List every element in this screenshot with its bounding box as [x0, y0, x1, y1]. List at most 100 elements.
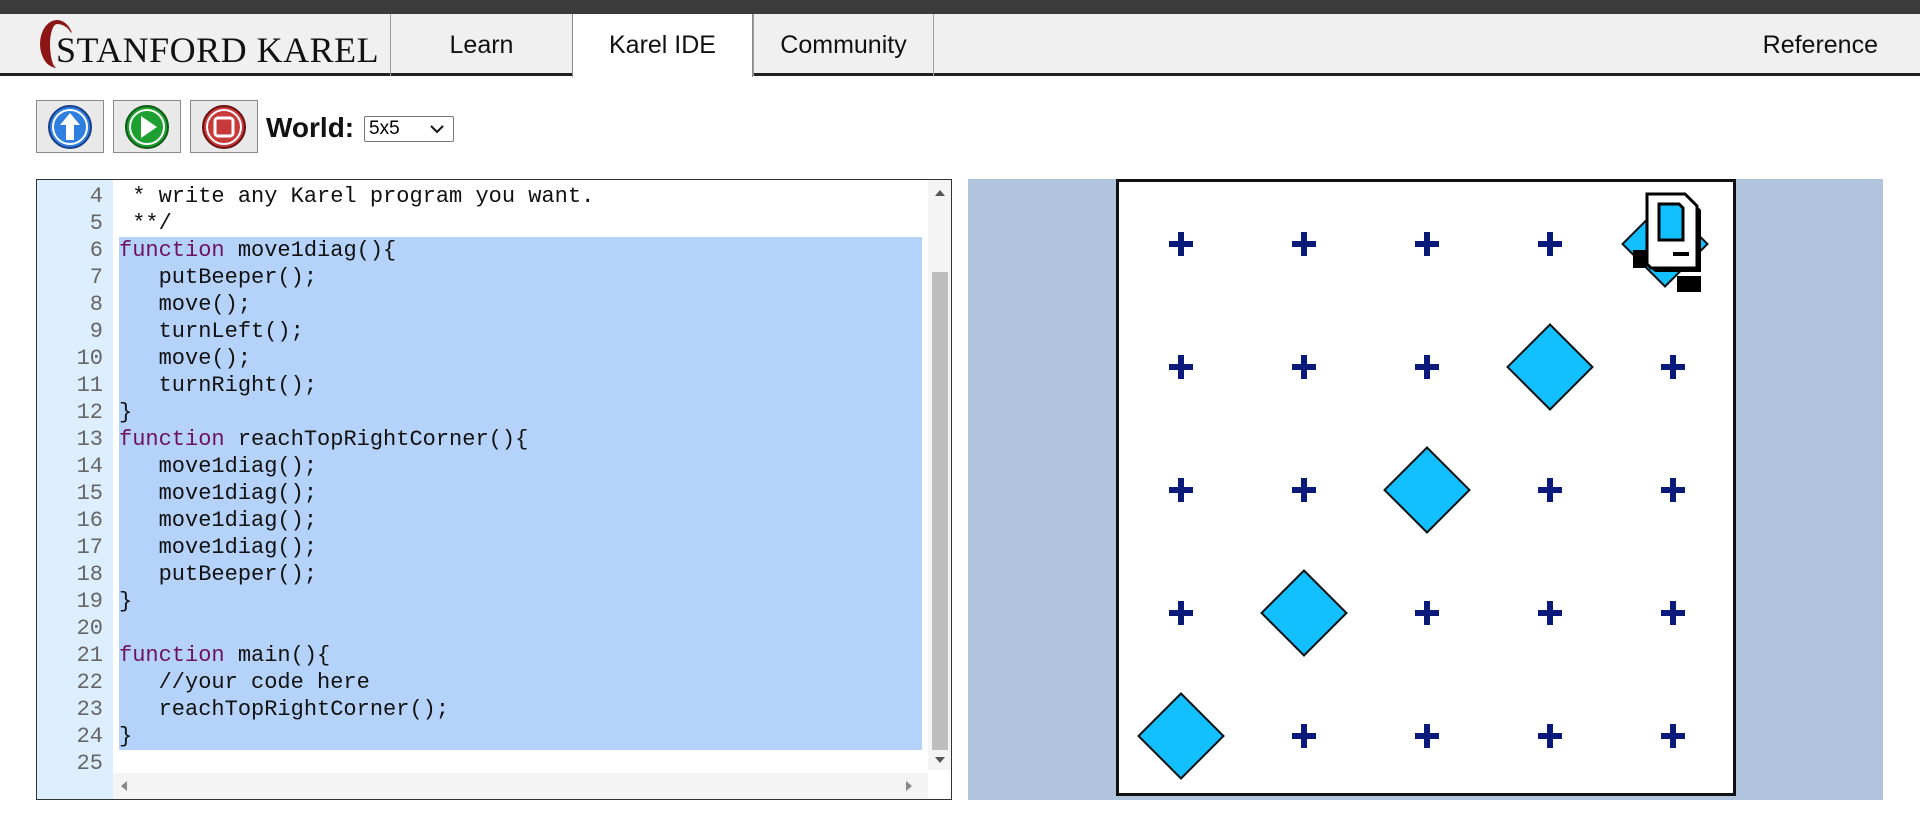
- line-number: 18: [76, 562, 103, 587]
- code-line[interactable]: 23 reachTopRightCorner();: [37, 696, 951, 723]
- tab-reference[interactable]: Reference: [1763, 14, 1878, 76]
- selection-highlight: [119, 615, 922, 642]
- line-number: 10: [76, 346, 103, 371]
- code-line[interactable]: 10 move();: [37, 345, 951, 372]
- stanford-karel-logo[interactable]: STANFORD KAREL: [34, 14, 390, 76]
- reset-button[interactable]: [36, 100, 104, 153]
- line-number: 11: [76, 373, 103, 398]
- beeper: [1137, 692, 1225, 780]
- code-line[interactable]: 15 move1diag();: [37, 480, 951, 507]
- corner-marker-icon: [1537, 723, 1563, 749]
- line-number: 6: [89, 238, 103, 263]
- code-text: function move1diag(){: [119, 238, 397, 263]
- logo-text: STANFORD KAREL: [56, 30, 380, 70]
- beeper: [1383, 446, 1471, 534]
- code-line[interactable]: 24}: [37, 723, 951, 750]
- line-number: 16: [76, 508, 103, 533]
- code-text: move();: [119, 346, 252, 371]
- code-text: **/: [119, 211, 172, 236]
- code-line[interactable]: 14 move1diag();: [37, 453, 951, 480]
- corner-marker-icon: [1537, 477, 1563, 503]
- corner-marker-icon: [1168, 354, 1194, 380]
- line-number: 21: [76, 643, 103, 668]
- selection-highlight: [119, 588, 922, 615]
- line-number: 8: [89, 292, 103, 317]
- code-text: }: [119, 589, 133, 614]
- line-number: 4: [89, 184, 103, 209]
- stop-button[interactable]: [190, 100, 258, 153]
- code-text: reachTopRightCorner();: [119, 697, 450, 722]
- code-line[interactable]: 4 * write any Karel program you want.: [37, 183, 951, 210]
- corner-marker-icon: [1660, 723, 1686, 749]
- code-line[interactable]: 20: [37, 615, 951, 642]
- line-number: 22: [76, 670, 103, 695]
- line-number: 24: [76, 724, 103, 749]
- karel-robot-icon: [1631, 190, 1717, 301]
- corner-marker-icon: [1414, 600, 1440, 626]
- code-text: * write any Karel program you want.: [119, 184, 595, 209]
- code-line[interactable]: 11 turnRight();: [37, 372, 951, 399]
- code-line[interactable]: 7 putBeeper();: [37, 264, 951, 291]
- vertical-scroll-thumb[interactable]: [932, 272, 948, 750]
- line-number: 12: [76, 400, 103, 425]
- code-line[interactable]: 5 **/: [37, 210, 951, 237]
- code-editor[interactable]: 4 * write any Karel program you want. 5 *…: [36, 179, 952, 800]
- code-text: turnRight();: [119, 373, 318, 398]
- run-button[interactable]: [113, 100, 181, 153]
- line-number: 15: [76, 481, 103, 506]
- world-select[interactable]: 5x5: [364, 116, 454, 142]
- code-text: putBeeper();: [119, 265, 318, 290]
- line-number: 25: [76, 751, 103, 776]
- corner-marker-icon: [1291, 477, 1317, 503]
- code-line[interactable]: 22 //your code here: [37, 669, 951, 696]
- tab-community[interactable]: Community: [753, 14, 934, 76]
- code-line[interactable]: 21 function main(){: [37, 642, 951, 669]
- code-line[interactable]: 19}: [37, 588, 951, 615]
- corner-marker-icon: [1537, 231, 1563, 257]
- code-text: }: [119, 400, 133, 425]
- code-text: move1diag();: [119, 454, 318, 479]
- scroll-up-icon[interactable]: [934, 188, 946, 198]
- tab-karel-ide[interactable]: Karel IDE: [572, 14, 753, 77]
- play-icon: [125, 104, 169, 149]
- beeper: [1260, 569, 1348, 657]
- vertical-scrollbar[interactable]: [928, 180, 951, 770]
- code-text: move1diag();: [119, 481, 318, 506]
- horizontal-scrollbar[interactable]: [113, 773, 928, 799]
- corner-marker-icon: [1414, 354, 1440, 380]
- code-line[interactable]: 12}: [37, 399, 951, 426]
- corner-marker-icon: [1660, 354, 1686, 380]
- scroll-left-icon[interactable]: [119, 780, 129, 792]
- chevron-down-icon: [430, 125, 444, 134]
- keyword: function: [119, 238, 225, 263]
- line-number: 17: [76, 535, 103, 560]
- scroll-right-icon[interactable]: [904, 780, 914, 792]
- code-line[interactable]: 17 move1diag();: [37, 534, 951, 561]
- corner-marker-icon: [1414, 231, 1440, 257]
- karel-world: [1116, 179, 1736, 796]
- corner-marker-icon: [1660, 600, 1686, 626]
- keyword: function: [119, 643, 225, 668]
- beeper: [1506, 323, 1594, 411]
- scroll-down-icon[interactable]: [934, 755, 946, 765]
- corner-marker-icon: [1291, 354, 1317, 380]
- line-number: 19: [76, 589, 103, 614]
- code-line[interactable]: 16 move1diag();: [37, 507, 951, 534]
- tab-learn[interactable]: Learn: [390, 14, 572, 76]
- corner-marker-icon: [1291, 231, 1317, 257]
- line-number: 14: [76, 454, 103, 479]
- corner-marker-icon: [1168, 231, 1194, 257]
- keyword: function: [119, 427, 225, 452]
- code-line[interactable]: 13 function reachTopRightCorner(){: [37, 426, 951, 453]
- code-line[interactable]: 8 move();: [37, 291, 951, 318]
- line-number: 9: [89, 319, 103, 344]
- corner-marker-icon: [1168, 477, 1194, 503]
- code-line[interactable]: 18 putBeeper();: [37, 561, 951, 588]
- code-line[interactable]: 9 turnLeft();: [37, 318, 951, 345]
- corner-marker-icon: [1414, 723, 1440, 749]
- corner-marker-icon: [1660, 477, 1686, 503]
- selection-highlight: [119, 399, 922, 426]
- world-label: World:: [266, 112, 355, 143]
- line-number: 13: [76, 427, 103, 452]
- code-line[interactable]: 6 function move1diag(){: [37, 237, 951, 264]
